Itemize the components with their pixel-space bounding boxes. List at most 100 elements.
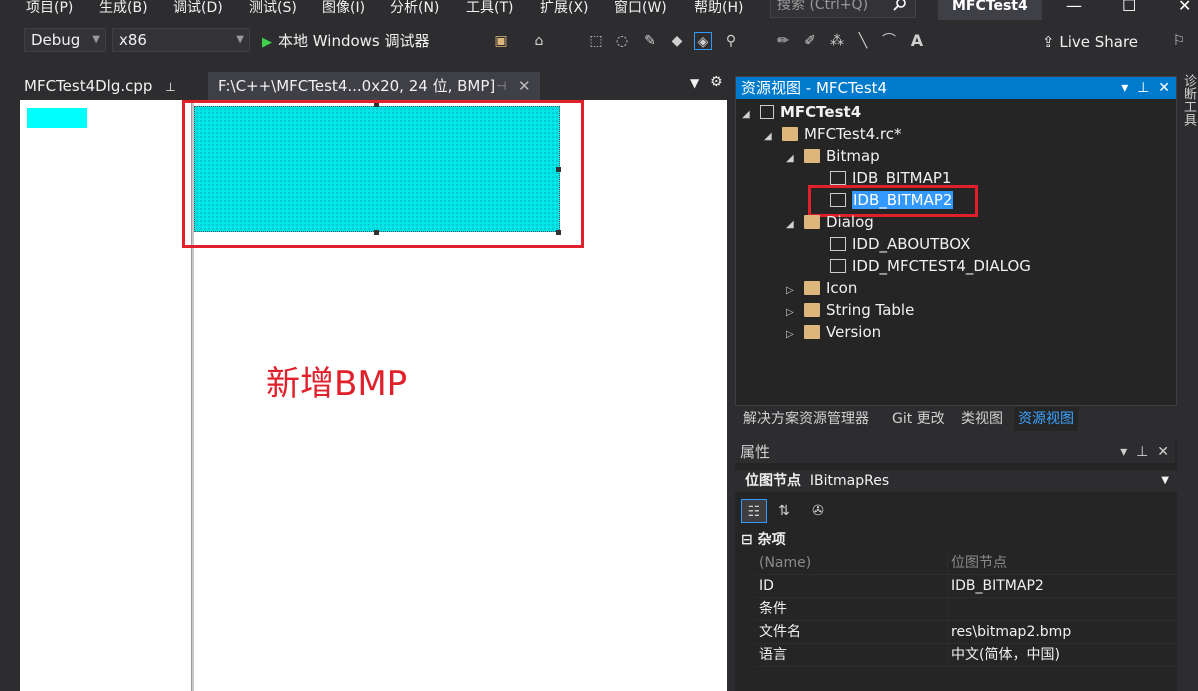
property-row[interactable]: 语言 中文(简体，中国) (755, 644, 1175, 667)
dropdown-icon[interactable]: ▾ (1120, 444, 1127, 460)
chevron-down-icon: ▼ (236, 34, 244, 45)
collapse-icon[interactable]: ◢ (786, 148, 804, 170)
config-value: Debug (31, 31, 81, 49)
gear-icon[interactable]: ⚙ (710, 74, 723, 90)
search-input[interactable]: 搜索 (Ctrl+Q) (770, 0, 916, 18)
play-icon: ▶ (262, 35, 272, 50)
menu-tools[interactable]: 工具(T) (466, 0, 513, 17)
collapse-icon[interactable]: ◢ (764, 126, 782, 148)
tab-bitmap-label: F:\C++\MFCTest4...0x20, 24 位, BMP] (218, 77, 496, 95)
annotation-label: 新增BMP (266, 364, 408, 404)
toolbar: Debug ▼ x86 ▼ ▶ 本地 Windows 调试器 ▣ ⌂ ⬚ ◌ ✎ ◆ … (0, 24, 1198, 58)
property-row[interactable]: ID IDB_BITMAP2 (755, 575, 1175, 598)
close-icon[interactable]: ✕ (1157, 444, 1169, 460)
resource-view-title: 资源视图 - MFCTest4 ▾ ⊥ ✕ (736, 77, 1176, 99)
tab-solution-explorer[interactable]: 解决方案资源管理器 (743, 407, 869, 431)
zoom-icon[interactable]: ⚲ (722, 32, 740, 50)
tab-class-view[interactable]: 类视图 (961, 407, 1003, 431)
folder-icon (782, 127, 798, 141)
pencil-icon[interactable]: ✏ (774, 32, 792, 50)
property-row[interactable]: 条件 (755, 598, 1175, 621)
tree-dialog2[interactable]: IDD_MFCTEST4_DIALOG (830, 255, 1031, 277)
collapse-box-icon[interactable]: ⊟ (741, 532, 753, 548)
pin-icon[interactable]: ⊥ (1137, 80, 1149, 96)
version-folder-label: Version (826, 323, 882, 341)
lasso-select-icon[interactable]: ◌ (613, 32, 631, 50)
search-icon (893, 0, 906, 11)
image-editor-canvas[interactable]: 新增BMP (20, 100, 727, 691)
property-row[interactable]: 文件名 res\bitmap2.bmp (755, 621, 1175, 644)
property-value: IDB_BITMAP2 (951, 578, 1044, 594)
pin-icon[interactable]: ⊥ (165, 80, 175, 94)
object-selector[interactable]: 位图节点 IBitmapRes ▼ (735, 470, 1177, 492)
property-key: 文件名 (759, 624, 801, 640)
tab-cpp-file[interactable]: MFCTest4Dlg.cpp ⊥ (14, 72, 194, 100)
tree-project[interactable]: ◢ MFCTest4 (742, 101, 861, 123)
maximize-icon[interactable]: ☐ (1122, 0, 1136, 15)
tree-string-folder[interactable]: ▷ String Table (786, 299, 914, 321)
rc-file-label: MFCTest4.rc* (804, 125, 902, 143)
properties-panel: 属性 ▾ ⊥ ✕ 位图节点 IBitmapRes ▼ ☷ ⇅ ✇ ⊟ 杂项 (N… (735, 441, 1177, 691)
pin-icon[interactable]: ⊣ (496, 72, 506, 100)
color-picker-icon[interactable]: ✎ (641, 32, 659, 50)
tree-dialog-folder[interactable]: ◢ Dialog (786, 211, 874, 233)
tree-version-folder[interactable]: ▷ Version (786, 321, 881, 343)
collapse-icon[interactable]: ◢ (786, 214, 804, 236)
eraser-icon[interactable]: ◆ (668, 32, 686, 50)
properties-toolbar: ☷ ⇅ ✇ (735, 496, 1177, 524)
tab-bitmap-file[interactable]: F:\C++\MFCTest4...0x20, 24 位, BMP] ⊣ ✕ (208, 72, 540, 100)
project-icon (760, 105, 774, 119)
dropdown-icon[interactable]: ▾ (1121, 80, 1128, 96)
close-tab-icon[interactable]: ✕ (518, 72, 531, 100)
rect-select-icon[interactable]: ⬚ (587, 32, 605, 50)
category-misc[interactable]: ⊟ 杂项 (735, 529, 1177, 551)
pin-icon[interactable]: ⊥ (1136, 444, 1148, 460)
brush-icon[interactable]: ✐ (801, 32, 819, 50)
menu-image[interactable]: 图像(I) (322, 0, 365, 17)
property-key: ID (759, 578, 774, 594)
tab-list-icon[interactable]: ▼ (690, 76, 699, 90)
wrench-icon[interactable]: ✇ (805, 499, 831, 523)
folder-search-icon[interactable]: ▣ (492, 32, 510, 50)
test-image-icon[interactable]: ⌂ (530, 32, 548, 50)
tree-bitmap-folder[interactable]: ◢ Bitmap (786, 145, 880, 167)
menu-analyze[interactable]: 分析(N) (390, 0, 439, 17)
menu-project[interactable]: 项目(P) (26, 0, 73, 17)
feedback-icon[interactable]: ⚐ (1170, 32, 1188, 50)
close-icon[interactable]: ✕ (1158, 80, 1170, 96)
airbrush-icon[interactable]: ⁂ (828, 32, 846, 50)
menu-test[interactable]: 测试(S) (249, 0, 297, 17)
string-folder-label: String Table (826, 301, 915, 319)
tab-git-changes[interactable]: Git 更改 (892, 407, 945, 431)
menu-debug[interactable]: 调试(D) (173, 0, 223, 17)
line-icon[interactable]: ╲ (854, 32, 872, 50)
property-key: 条件 (759, 601, 787, 617)
live-share-button[interactable]: ⇪ Live Share (1042, 33, 1138, 51)
menu-extensions[interactable]: 扩展(X) (540, 0, 589, 17)
menu-build[interactable]: 生成(B) (99, 0, 148, 17)
diagnostic-tools-tab[interactable]: 诊断工具 (1180, 70, 1198, 691)
platform-select[interactable]: x86 ▼ (112, 28, 250, 52)
tab-resource-view[interactable]: 资源视图 (1014, 407, 1078, 431)
minimize-icon[interactable]: — (1066, 0, 1082, 15)
fill-icon[interactable]: ◈ (694, 32, 712, 50)
close-window-icon[interactable]: ✕ (1178, 0, 1191, 15)
categorized-icon[interactable]: ☷ (741, 499, 767, 523)
text-tool-icon[interactable]: A (908, 32, 926, 50)
grid-separator[interactable] (947, 551, 948, 667)
expand-icon[interactable]: ▷ (786, 324, 804, 346)
alphabetical-icon[interactable]: ⇅ (771, 499, 797, 523)
object-type: IBitmapRes (809, 473, 890, 489)
collapse-icon[interactable]: ◢ (742, 104, 760, 126)
curve-icon[interactable]: ⌒ (880, 32, 898, 50)
menu-window[interactable]: 窗口(W) (614, 0, 667, 17)
left-gutter (0, 100, 20, 691)
highlight-box-bitmap (182, 100, 584, 248)
tree-dialog1[interactable]: IDD_ABOUTBOX (830, 233, 970, 255)
start-debugging-button[interactable]: ▶ 本地 Windows 调试器 (262, 30, 430, 51)
menu-help[interactable]: 帮助(H) (694, 0, 743, 17)
property-row[interactable]: (Name) 位图节点 (755, 552, 1175, 575)
tree-rc-file[interactable]: ◢ MFCTest4.rc* (764, 123, 901, 145)
config-select[interactable]: Debug ▼ (24, 28, 106, 52)
tree-icon-folder[interactable]: ▷ Icon (786, 277, 857, 299)
